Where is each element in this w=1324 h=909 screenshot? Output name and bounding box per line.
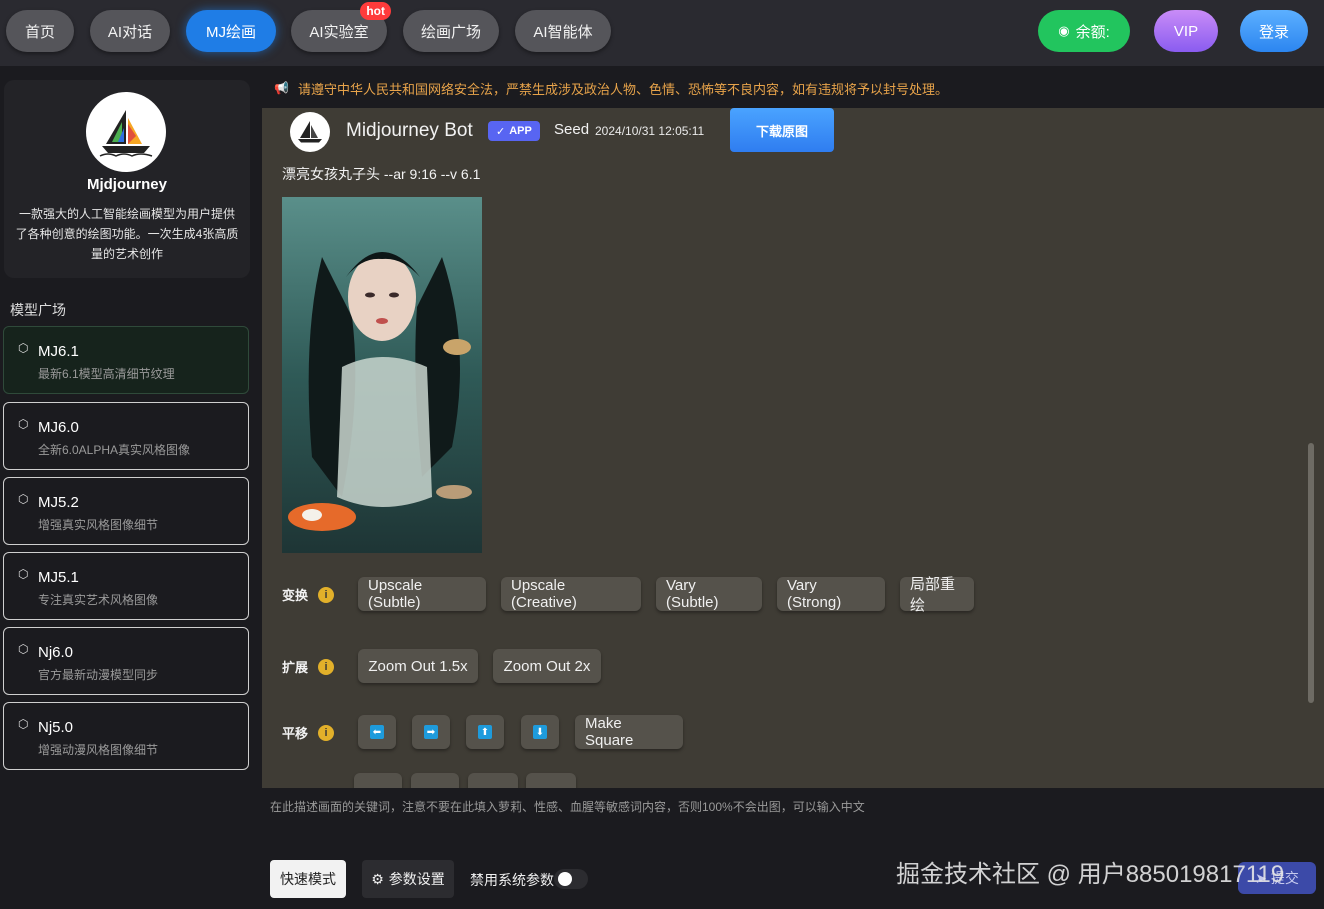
cube-icon: ⬡: [18, 642, 29, 656]
tab-drawing-square[interactable]: 绘画广场: [403, 10, 499, 52]
generated-image[interactable]: [282, 197, 482, 553]
pan-left-button[interactable]: ⬅: [358, 715, 396, 749]
money-bag-icon: ◉: [1058, 23, 1070, 38]
tab-ai-lab[interactable]: AI实验室 hot: [291, 2, 391, 52]
model-item-mj52[interactable]: ⬡ MJ5.2 增强真实风格图像细节: [3, 477, 249, 545]
upscale-subtle-button[interactable]: Upscale (Subtle): [358, 577, 486, 611]
model-item-mj51[interactable]: ⬡ MJ5.1 专注真实艺术风格图像: [3, 552, 249, 620]
midjourney-logo: [86, 92, 166, 172]
balance-label: 余额:: [1075, 23, 1110, 41]
top-nav: 首页 AI对话 MJ绘画 AI实验室 hot 绘画广场 AI智能体 ◉ 余额: …: [0, 0, 1324, 66]
model-item-desc: 最新6.1模型高清细节纹理: [38, 367, 175, 381]
pan-label: 平移: [282, 726, 309, 741]
params-label: 参数设置: [388, 871, 445, 887]
bot-avatar: [290, 112, 330, 152]
model-item-name: MJ6.1: [38, 343, 79, 360]
scrollbar[interactable]: [1308, 443, 1314, 703]
pan-right-button[interactable]: ➡: [412, 715, 450, 749]
partial-button[interactable]: [526, 773, 576, 788]
seed-label: Seed: [554, 121, 590, 138]
message-timestamp: 2024/10/31 12:05:11: [595, 124, 705, 138]
down-arrow-icon: ⬇: [533, 725, 547, 739]
model-intro-card: Mjdjourney 一款强大的人工智能绘画模型为用户提供了各种创意的绘图功能。…: [4, 80, 250, 278]
model-item-desc: 全新6.0ALPHA真实风格图像: [38, 443, 191, 457]
model-item-nj60[interactable]: ⬡ Nj6.0 官方最新动漫模型同步: [3, 627, 249, 695]
tab-home[interactable]: 首页: [6, 10, 74, 52]
partial-button[interactable]: [468, 773, 518, 788]
cube-icon: ⬡: [18, 717, 29, 731]
check-icon: ✓: [496, 125, 506, 138]
tab-ai-agent[interactable]: AI智能体: [515, 10, 611, 52]
pan-down-button[interactable]: ⬇: [521, 715, 559, 749]
chat-panel: Midjourney Bot ✓ APP Seed 2024/10/31 12:…: [262, 108, 1324, 788]
inpaint-button[interactable]: 局部重绘: [900, 576, 974, 614]
info-icon[interactable]: i: [318, 586, 335, 603]
login-button[interactable]: 登录: [1240, 10, 1308, 52]
model-item-name: MJ5.2: [38, 494, 79, 511]
fast-mode-button[interactable]: 快速模式: [270, 860, 346, 898]
transform-row-label: 变换 i: [282, 585, 335, 604]
left-arrow-icon: ⬅: [370, 725, 384, 739]
model-item-mj60[interactable]: ⬡ MJ6.0 全新6.0ALPHA真实风格图像: [3, 402, 249, 470]
pan-up-button[interactable]: ⬆: [466, 715, 504, 749]
model-item-desc: 增强动漫风格图像细节: [38, 743, 159, 757]
sidebar: Mjdjourney 一款强大的人工智能绘画模型为用户提供了各种创意的绘图功能。…: [0, 66, 262, 909]
info-icon[interactable]: i: [318, 658, 335, 675]
pan-row-label: 平移 i: [282, 723, 335, 742]
model-description: 一款强大的人工智能绘画模型为用户提供了各种创意的绘图功能。一次生成4张高质量的艺…: [15, 207, 239, 261]
app-badge-label: APP: [509, 125, 532, 137]
cube-icon: ⬡: [18, 341, 29, 355]
partial-button[interactable]: [411, 773, 459, 788]
cube-icon: ⬡: [18, 492, 29, 506]
model-item-name: MJ6.0: [38, 419, 79, 436]
model-item-desc: 增强真实风格图像细节: [38, 518, 159, 532]
prompt-input[interactable]: 在此描述画面的关键词，注意不要在此填入萝莉、性感、血腥等敏感词内容，否则100%…: [270, 798, 865, 815]
hot-badge: hot: [360, 2, 391, 20]
extend-row-label: 扩展 i: [282, 657, 335, 676]
transform-label: 变换: [282, 588, 309, 603]
tab-ai-chat[interactable]: AI对话: [90, 10, 170, 52]
prompt-input-area: 在此描述画面的关键词，注意不要在此填入萝莉、性感、血腥等敏感词内容，否则100%…: [262, 788, 1324, 909]
gear-icon: ⚙: [371, 870, 384, 887]
disable-system-params-label: 禁用系统参数: [470, 872, 554, 888]
model-item-name: Nj5.0: [38, 719, 74, 736]
partial-button[interactable]: [354, 773, 402, 788]
model-item-mj61[interactable]: ⬡ MJ6.1 最新6.1模型高清细节纹理: [3, 326, 249, 394]
notice-bar: 📢 请遵守中华人民共和国网络安全法，严禁生成涉及政治人物、色情、恐怖等不良内容，…: [262, 68, 1324, 108]
balance-button[interactable]: ◉ 余额:: [1038, 10, 1130, 52]
cube-icon: ⬡: [18, 417, 29, 431]
prompt-text: 漂亮女孩丸子头 --ar 9:16 --v 6.1: [282, 166, 481, 182]
zoom-out-1-5x-button[interactable]: Zoom Out 1.5x: [358, 649, 478, 683]
tab-ai-lab-label: AI实验室: [309, 23, 369, 41]
model-item-nj50[interactable]: ⬡ Nj5.0 增强动漫风格图像细节: [3, 702, 249, 770]
model-item-name: MJ5.1: [38, 569, 79, 586]
bot-name: Midjourney Bot: [346, 120, 473, 141]
model-item-desc: 专注真实艺术风格图像: [38, 593, 159, 607]
extend-label: 扩展: [282, 660, 309, 675]
notice-text: 请遵守中华人民共和国网络安全法，严禁生成涉及政治人物、色情、恐怖等不良内容，如有…: [298, 81, 949, 97]
make-square-button[interactable]: Make Square: [575, 715, 683, 749]
upscale-creative-button[interactable]: Upscale (Creative): [501, 577, 641, 611]
download-original-button[interactable]: 下载原图: [730, 108, 834, 152]
disable-system-params-toggle[interactable]: [554, 869, 588, 889]
model-item-name: Nj6.0: [38, 644, 74, 661]
vip-button[interactable]: VIP: [1154, 10, 1218, 52]
cube-icon: ⬡: [18, 567, 29, 581]
tab-mj-drawing[interactable]: MJ绘画: [186, 10, 276, 52]
app-badge: ✓ APP: [488, 121, 540, 141]
vary-subtle-button[interactable]: Vary (Subtle): [656, 577, 762, 611]
info-icon[interactable]: i: [318, 724, 335, 741]
model-item-desc: 官方最新动漫模型同步: [38, 668, 159, 682]
right-arrow-icon: ➡: [424, 725, 438, 739]
toggle-knob: [558, 872, 572, 886]
vary-strong-button[interactable]: Vary (Strong): [777, 577, 885, 611]
watermark: 掘金技术社区 @ 用户885019817119: [896, 861, 1285, 888]
model-square-title: 模型广场: [10, 302, 66, 318]
zoom-out-2x-button[interactable]: Zoom Out 2x: [493, 649, 601, 683]
up-arrow-icon: ⬆: [478, 725, 492, 739]
speaker-icon: 📢: [274, 81, 289, 95]
model-name: Mjdjourney: [86, 176, 167, 193]
params-button[interactable]: ⚙ 参数设置: [362, 860, 454, 898]
